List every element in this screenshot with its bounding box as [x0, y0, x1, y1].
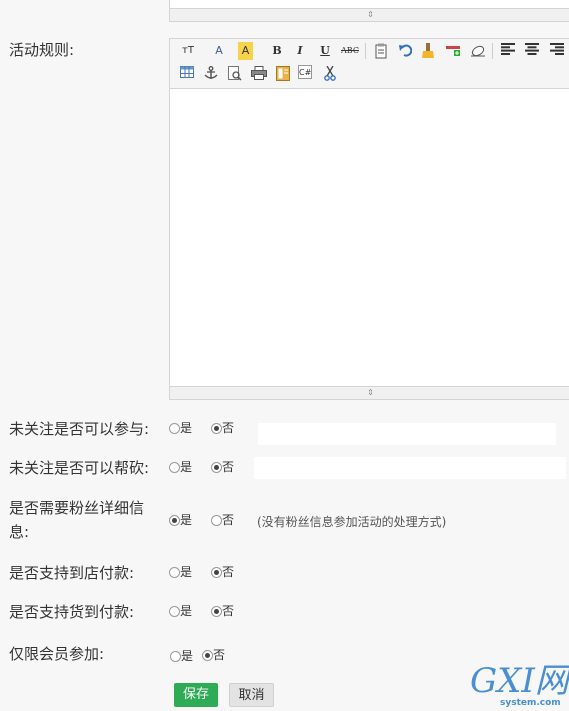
print-icon[interactable] — [250, 65, 268, 83]
cut-icon[interactable] — [321, 65, 339, 83]
watermark-brand: GXI网 — [470, 661, 569, 701]
fan-info-yes[interactable]: 是 — [169, 512, 192, 528]
table-icon[interactable] — [178, 65, 196, 83]
radio-button[interactable] — [169, 567, 180, 578]
paste-icon[interactable] — [372, 42, 390, 60]
font-size-icon[interactable]: тT — [179, 42, 197, 60]
radio-button[interactable] — [211, 462, 222, 473]
follow-participate-no[interactable]: 否 — [211, 420, 234, 436]
store-pay-label: 是否支持到店付款: — [9, 564, 135, 582]
activity-rules-label: 活动规则: — [9, 41, 75, 59]
underline-icon[interactable]: U — [316, 42, 334, 60]
resize-handle[interactable]: ⇕ — [170, 386, 569, 399]
members-only-yes[interactable]: 是 — [170, 648, 193, 664]
resize-handle[interactable]: ⇕ — [170, 8, 569, 21]
cod-no[interactable]: 否 — [211, 603, 234, 619]
blank-area — [258, 423, 556, 445]
toolbar-separator — [492, 43, 493, 59]
radio-button[interactable] — [211, 606, 222, 617]
font-color-icon[interactable]: A — [210, 42, 228, 60]
cancel-button[interactable]: 取消 — [229, 683, 274, 707]
eraser-icon[interactable] — [469, 42, 487, 60]
radio-button[interactable] — [211, 423, 222, 434]
radio-button[interactable] — [169, 423, 180, 434]
store-pay-no[interactable]: 否 — [211, 564, 234, 580]
radio-button[interactable] — [169, 515, 180, 526]
fan-info-label-line1: 是否需要粉丝详细信 — [9, 499, 145, 517]
undo-icon[interactable] — [396, 42, 414, 60]
toolbar-separator — [365, 43, 366, 59]
fan-info-note: (没有粉丝信息参加活动的处理方式) — [257, 515, 447, 529]
insert-row-icon[interactable] — [445, 42, 463, 60]
anchor-icon[interactable] — [202, 65, 220, 83]
align-right-icon[interactable] — [548, 42, 566, 60]
radio-button[interactable] — [169, 606, 180, 617]
radio-button[interactable] — [169, 462, 180, 473]
fan-info-no[interactable]: 否 — [211, 512, 234, 528]
preview-icon[interactable] — [226, 65, 244, 83]
radio-button[interactable] — [211, 515, 222, 526]
watermark-site: system.com — [500, 698, 561, 708]
radio-button[interactable] — [202, 650, 213, 661]
radio-button[interactable] — [211, 567, 222, 578]
follow-help-no[interactable]: 否 — [211, 459, 234, 475]
bold-icon[interactable]: B — [268, 42, 286, 60]
save-button[interactable]: 保存 — [174, 683, 218, 707]
cod-yes[interactable]: 是 — [169, 603, 192, 619]
follow-help-label: 未关注是否可以帮砍: — [9, 459, 150, 477]
watermark-logo: GXI网 system.com — [470, 661, 569, 711]
fan-info-label-line2: 息: — [9, 523, 30, 541]
editor-toolbar: тT A A B I U ABC C# — [170, 39, 569, 89]
cod-label: 是否支持货到付款: — [9, 603, 135, 621]
italic-icon[interactable]: I — [291, 42, 309, 60]
store-pay-yes[interactable]: 是 — [169, 564, 192, 580]
activity-rules-editor[interactable]: тT A A B I U ABC C# ⇕ — [169, 38, 569, 400]
radio-button[interactable] — [170, 651, 181, 662]
follow-participate-yes[interactable]: 是 — [169, 420, 192, 436]
template-icon[interactable] — [274, 65, 292, 83]
members-only-label: 仅限会员参加: — [9, 645, 105, 663]
previous-editor[interactable]: ⇕ — [169, 0, 569, 22]
code-icon[interactable]: C# — [298, 65, 312, 79]
strikethrough-icon[interactable]: ABC — [338, 42, 362, 60]
format-brush-icon[interactable] — [419, 42, 437, 60]
highlight-color-icon[interactable]: A — [238, 42, 253, 60]
follow-participate-label: 未关注是否可以参与: — [9, 420, 150, 438]
align-center-icon[interactable] — [523, 42, 541, 60]
align-left-icon[interactable] — [499, 42, 517, 60]
follow-help-yes[interactable]: 是 — [169, 459, 192, 475]
blank-area — [254, 457, 566, 479]
members-only-no[interactable]: 否 — [202, 647, 225, 663]
